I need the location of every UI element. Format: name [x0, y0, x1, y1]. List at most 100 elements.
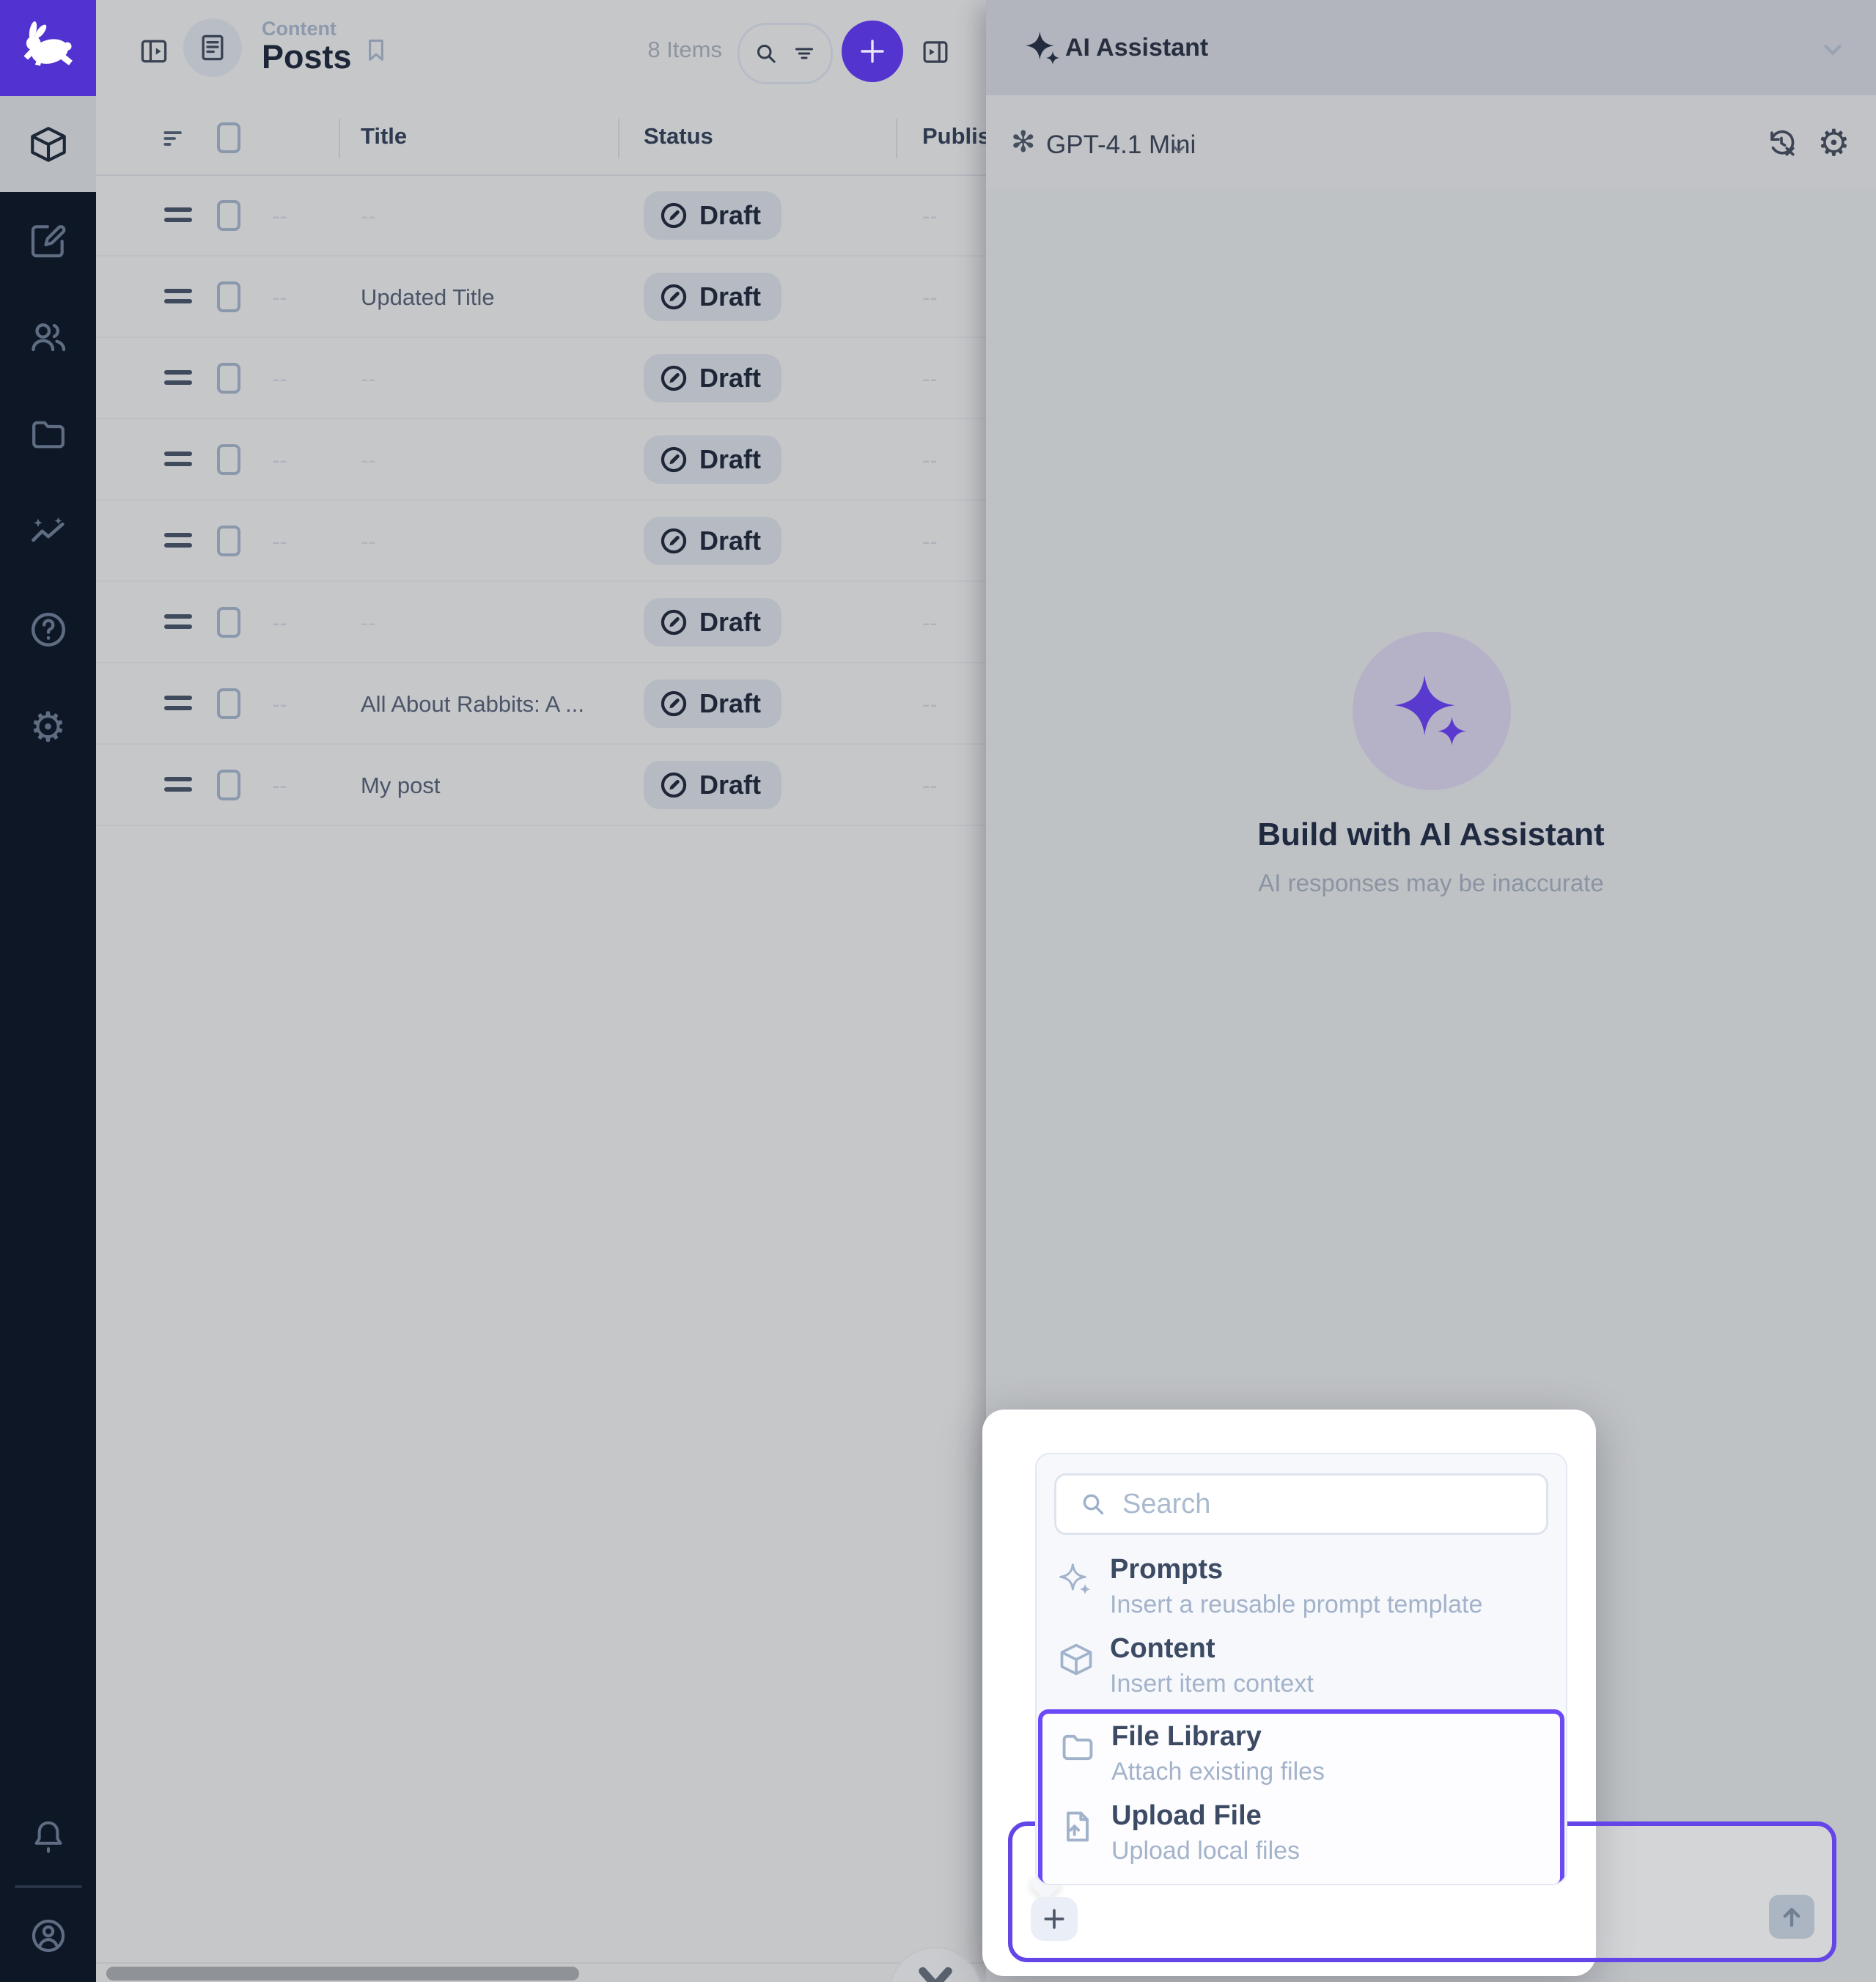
drag-handle-icon[interactable]	[164, 614, 192, 630]
cell-thumbnail: --	[272, 528, 287, 555]
cell-thumbnail: --	[272, 366, 287, 392]
table-row[interactable]: -- -- Draft --	[96, 419, 986, 501]
cell-title: --	[361, 203, 376, 229]
table-row[interactable]: -- Updated Title Draft --	[96, 257, 986, 338]
ai-empty-note: AI responses may be inaccurate	[986, 869, 1876, 897]
status-badge: Draft	[644, 435, 781, 484]
menu-item-upload-file[interactable]: Upload File Upload local files	[1042, 1797, 1560, 1876]
draft-pencil-icon	[658, 281, 689, 312]
drag-handle-icon[interactable]	[164, 289, 192, 305]
row-checkbox[interactable]	[217, 607, 240, 638]
sidebar-item-settings[interactable]: ⚙	[0, 679, 96, 775]
draft-pencil-icon	[658, 770, 689, 800]
ai-settings-button[interactable]: ⚙	[1817, 126, 1850, 160]
cell-publish: --	[922, 691, 938, 718]
row-checkbox[interactable]	[217, 770, 240, 800]
status-label: Draft	[699, 281, 761, 312]
drag-handle-icon[interactable]	[164, 207, 192, 224]
row-checkbox[interactable]	[217, 363, 240, 394]
menu-item-description: Upload local files	[1111, 1837, 1300, 1865]
status-label: Draft	[699, 770, 761, 800]
column-header-publish[interactable]: Publish	[922, 123, 986, 150]
panel-right-icon	[920, 37, 951, 67]
table-row[interactable]: -- All About Rabbits: A ... Draft --	[96, 663, 986, 745]
status-label: Draft	[699, 526, 761, 556]
menu-search-input[interactable]	[1121, 1488, 1546, 1521]
filter-icon	[791, 40, 817, 67]
sidebar-item-users[interactable]	[0, 289, 96, 385]
row-checkbox[interactable]	[217, 200, 240, 231]
sparkle-icon	[1391, 671, 1472, 751]
sort-icon[interactable]	[161, 125, 188, 152]
collapse-sidebar-button[interactable]	[138, 35, 170, 67]
status-label: Draft	[699, 200, 761, 231]
menu-search-box[interactable]	[1054, 1473, 1548, 1535]
draft-pencil-icon	[658, 526, 689, 556]
folder-icon	[28, 414, 69, 455]
search-filter-pill[interactable]	[737, 23, 833, 84]
column-header-title[interactable]: Title	[361, 123, 407, 150]
table-row[interactable]: -- -- Draft --	[96, 582, 986, 663]
menu-list: Prompts Insert a reusable prompt templat…	[1037, 1551, 1566, 1885]
column-header-status[interactable]: Status	[644, 123, 713, 150]
history-clear-icon	[1765, 126, 1798, 160]
right-panel-toggle-button[interactable]	[920, 37, 951, 67]
status-badge: Draft	[644, 273, 781, 321]
cell-title: --	[361, 447, 376, 474]
row-checkbox[interactable]	[217, 444, 240, 475]
row-checkbox[interactable]	[217, 526, 240, 556]
chevron-down-icon[interactable]	[1816, 32, 1850, 66]
drag-handle-icon[interactable]	[164, 452, 192, 468]
add-item-button[interactable]	[842, 21, 903, 82]
attachment-menu: Prompts Insert a reusable prompt templat…	[1035, 1453, 1567, 1885]
table-row[interactable]: -- -- Draft --	[96, 501, 986, 582]
collection-icon-button[interactable]	[183, 18, 242, 77]
sidebar-item-insights[interactable]	[0, 484, 96, 580]
sparkle-icon	[1024, 29, 1062, 67]
send-button[interactable]	[1769, 1895, 1814, 1939]
attach-button[interactable]	[1031, 1897, 1078, 1941]
row-checkbox[interactable]	[217, 688, 240, 719]
cell-title: My post	[361, 773, 441, 799]
clear-history-button[interactable]	[1765, 126, 1798, 160]
horizontal-scrollbar[interactable]	[106, 1967, 579, 1981]
menu-item-prompts[interactable]: Prompts Insert a reusable prompt templat…	[1037, 1551, 1566, 1630]
menu-item-content[interactable]: Content Insert item context	[1037, 1630, 1566, 1709]
sidebar-item-files[interactable]	[0, 386, 96, 482]
table-row[interactable]: -- -- Draft --	[96, 175, 986, 257]
sidebar-item-editor[interactable]	[0, 192, 96, 288]
sidebar-item-help[interactable]	[0, 581, 96, 677]
chevron-down-icon	[916, 1964, 954, 1982]
cell-publish: --	[922, 610, 938, 636]
drag-handle-icon[interactable]	[164, 777, 192, 793]
table-row[interactable]: -- My post Draft --	[96, 745, 986, 826]
plus-icon	[855, 34, 890, 69]
cell-publish: --	[922, 528, 938, 555]
ai-toolbar: ✻ GPT-4.1 Mini ⚙	[986, 95, 1876, 189]
table-row[interactable]: -- -- Draft --	[96, 338, 986, 419]
page-title: Posts	[262, 38, 352, 76]
bookmark-icon[interactable]	[361, 35, 391, 65]
drag-handle-icon[interactable]	[164, 533, 192, 549]
sidebar-item-notifications[interactable]	[0, 1788, 96, 1885]
cell-thumbnail: --	[272, 447, 287, 474]
sidebar-item-content[interactable]	[0, 96, 96, 192]
breadcrumb[interactable]: Content	[262, 18, 336, 40]
select-all-checkbox[interactable]	[217, 122, 240, 153]
plus-icon	[1040, 1904, 1069, 1934]
status-label: Draft	[699, 444, 761, 475]
rabbit-logo-icon	[18, 18, 79, 79]
drag-handle-icon[interactable]	[164, 370, 192, 386]
menu-item-description: Insert a reusable prompt template	[1110, 1591, 1482, 1619]
drag-handle-icon[interactable]	[164, 696, 192, 712]
menu-item-file-library[interactable]: File Library Attach existing files	[1042, 1718, 1560, 1797]
sidebar-item-account[interactable]	[0, 1887, 96, 1982]
cube-icon	[1057, 1640, 1095, 1679]
logo[interactable]	[0, 0, 96, 96]
model-chevron-icon[interactable]	[1168, 138, 1190, 160]
cell-title: --	[361, 366, 376, 392]
cell-thumbnail: --	[272, 610, 287, 636]
row-checkbox[interactable]	[217, 281, 240, 312]
cell-thumbnail: --	[272, 691, 287, 718]
status-badge: Draft	[644, 191, 781, 240]
